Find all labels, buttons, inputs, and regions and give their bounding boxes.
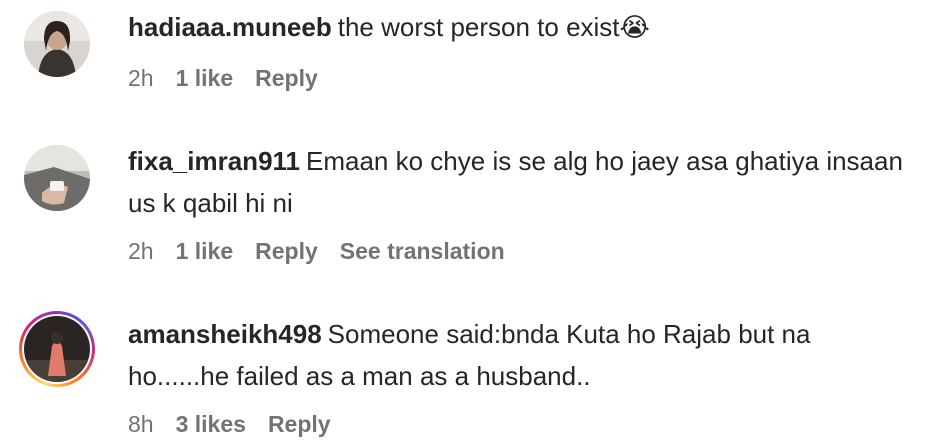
comment-body: amansheikh498 Someone said:bnda Kuta ho R… — [128, 313, 908, 397]
reply-button[interactable]: Reply — [255, 65, 318, 91]
comment-username[interactable]: fixa_imran911 — [128, 146, 300, 176]
story-ring[interactable] — [19, 311, 95, 387]
avatar[interactable] — [24, 145, 90, 211]
likes-count-button[interactable]: 1 like — [176, 238, 234, 264]
comment-meta: 8h 3 likes Reply — [128, 409, 353, 439]
likes-count-button[interactable]: 3 likes — [176, 411, 246, 437]
comment-text: the worst person to exist — [337, 12, 620, 42]
comment-meta: 2h 1 like Reply — [128, 63, 340, 93]
comment-body: fixa_imran911 Emaan ko chye is se alg ho … — [128, 140, 908, 224]
comment-body: hadiaaa.muneeb the worst person to exist😭 — [128, 6, 908, 49]
comment-username[interactable]: hadiaaa.muneeb — [128, 12, 332, 42]
comment-username[interactable]: amansheikh498 — [128, 319, 322, 349]
comment-timestamp: 2h — [128, 65, 154, 91]
comment-timestamp: 8h — [128, 411, 154, 437]
likes-count-button[interactable]: 1 like — [176, 65, 234, 91]
avatar[interactable] — [24, 11, 90, 77]
reply-button[interactable]: Reply — [255, 238, 318, 264]
comment-meta: 2h 1 like Reply See translation — [128, 236, 527, 266]
avatar[interactable] — [24, 316, 90, 382]
comment-timestamp: 2h — [128, 238, 154, 264]
reply-button[interactable]: Reply — [268, 411, 331, 437]
loudly-crying-emoji: 😭 — [619, 13, 650, 43]
see-translation-button[interactable]: See translation — [340, 238, 505, 264]
